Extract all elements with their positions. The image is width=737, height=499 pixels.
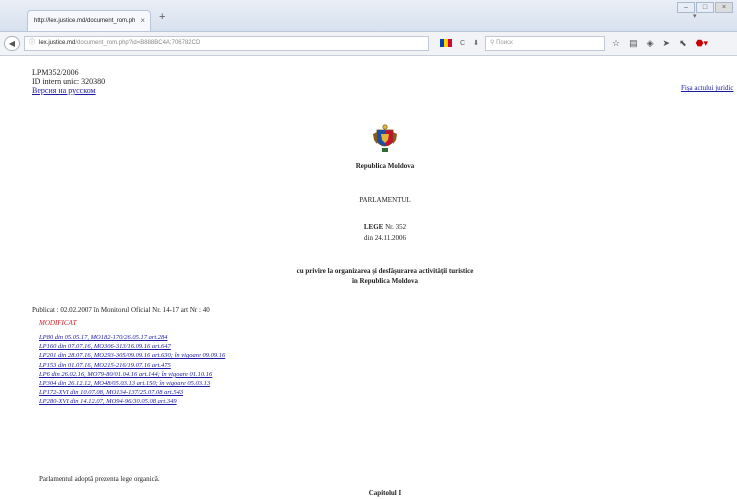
browser-tab[interactable]: http://lex.justice.md/document_rom.ph × [27, 10, 151, 31]
tab-list-icon[interactable]: ▾ [693, 12, 697, 20]
modification-link[interactable]: LP153 din 01.07.16, MO215-216/19.07.16 a… [39, 361, 225, 370]
search-icon: ⚲ [490, 40, 495, 46]
publication-info: Publicat : 02.02.2007 în Monitorul Ofici… [32, 306, 210, 314]
modification-link[interactable]: LP280-XVI din 14.12.07, MO94-96/30.05.08… [39, 397, 225, 406]
url-host: lex.justice.md [39, 40, 76, 46]
lege-heading: LEGE Nr. 352 [0, 223, 737, 231]
document-id: ID intern unic: 320380 [32, 77, 105, 86]
modification-link[interactable]: LP160 din 07.07.16, MO306-313/16.09.16 a… [39, 342, 225, 351]
search-placeholder: Поиск [496, 40, 513, 46]
tab-title: http://lex.justice.md/document_rom.ph [34, 18, 136, 24]
coat-of-arms-icon [373, 124, 397, 152]
send-icon[interactable]: ➤ [663, 38, 671, 49]
minimize-button[interactable]: – [677, 2, 695, 13]
address-bar-actions: C ⬇ [440, 39, 479, 47]
browser-window: http://lex.justice.md/document_rom.ph × … [0, 0, 737, 499]
russian-version-link[interactable]: Версия на русском [32, 86, 96, 95]
tab-close-icon[interactable]: × [140, 11, 145, 31]
lege-label: LEGE [363, 223, 384, 231]
cursor-icon[interactable]: ⬉ [679, 38, 687, 49]
country-name: Republica Moldova [355, 162, 415, 170]
title-bar: http://lex.justice.md/document_rom.ph × … [0, 0, 737, 32]
back-button[interactable]: ◀ [4, 36, 20, 51]
search-input[interactable]: ⚲ Поиск [485, 36, 605, 51]
document-code: LPM352/2006 [32, 68, 79, 77]
legal-act-sheet-link[interactable]: Fişa actului juridic [681, 84, 734, 92]
law-title-line-2: în Republica Moldova [351, 277, 419, 285]
page-content: LPM352/2006 ID intern unic: 320380 Верси… [0, 56, 737, 499]
document-meta: LPM352/2006 ID intern unic: 320380 Верси… [32, 68, 105, 95]
reload-icon[interactable]: C [460, 40, 465, 47]
url-path: /document_rom.php?id=B888BC4A:706782CD [75, 40, 201, 46]
lege-date: din 24.11.2006 [364, 234, 406, 242]
maximize-button[interactable]: □ [696, 2, 714, 13]
language-flag-icon[interactable] [440, 39, 452, 47]
law-title-line-1: cu privire la organizarea şi desfăşurare… [296, 267, 474, 275]
modifications-list: LP80 din 05.05.17, MO182-170/26.05.17 ar… [39, 333, 225, 407]
back-icon: ◀ [8, 39, 16, 48]
modification-link[interactable]: LP6 din 26.02.16, MO79-80/01.04.16 art.1… [39, 370, 225, 379]
id-value: 320380 [81, 77, 106, 86]
download-icon[interactable]: ⬇ [473, 39, 479, 47]
modified-label: MODIFICAT [39, 319, 77, 327]
new-tab-button[interactable]: + [159, 11, 165, 23]
parliament-heading: PARLAMENTUL [359, 196, 411, 204]
modification-link[interactable]: LP201 din 28.07.16, MO293-305/09.09.16 a… [39, 351, 225, 360]
pocket-icon[interactable]: ◈ [647, 38, 654, 49]
modification-link[interactable]: LP304 din 26.12.12, MO48/05.03.13 art.15… [39, 379, 225, 388]
modification-link[interactable]: LP172-XVI din 10.07.08, MO134-137/25.07.… [39, 388, 225, 397]
bookmark-star-icon[interactable]: ☆ [612, 38, 620, 49]
toolbar-icons: ☆ ▤ ◈ ➤ ⬉ ⬣▾ [612, 38, 708, 49]
close-button[interactable]: × [715, 2, 733, 13]
clipboard-icon[interactable]: ▤ [629, 38, 638, 49]
site-info-icon[interactable]: ⓘ [29, 40, 35, 46]
address-bar[interactable]: ⓘ lex.justice.md/document_rom.php?id=B888… [24, 36, 429, 51]
modification-link[interactable]: LP80 din 05.05.17, MO182-170/26.05.17 ar… [39, 333, 225, 342]
lege-number: Nr. 352 [385, 223, 407, 231]
chapter-heading: Capitolul I [368, 489, 402, 497]
adblock-icon[interactable]: ⬣▾ [696, 38, 708, 49]
adoption-statement: Parlamentul adoptă prezenta lege organic… [39, 475, 160, 483]
navigation-bar: ◀ ⓘ lex.justice.md/document_rom.php?id=B8… [0, 32, 737, 56]
window-controls: – □ × [677, 2, 733, 13]
id-label: ID intern unic: [32, 77, 80, 86]
